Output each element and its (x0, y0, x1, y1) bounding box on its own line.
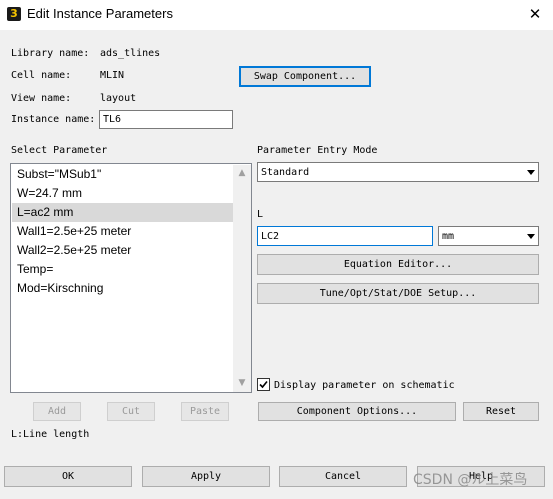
parameter-item-l[interactable]: L=ac2 mm (12, 203, 233, 222)
scroll-up-icon[interactable]: ▲ (233, 165, 251, 182)
parameter-item-wall1[interactable]: Wall1=2.5e+25 meter (12, 222, 233, 241)
cell-name-label: Cell name: (11, 70, 72, 81)
csdn-watermark: CSDN @ル上菜鸟 (413, 472, 528, 488)
parameter-item-w[interactable]: W=24.7 mm (12, 184, 233, 203)
view-name-label: View name: (11, 93, 72, 104)
paste-button[interactable]: Paste (181, 402, 229, 421)
parameter-item-mod[interactable]: Mod=Kirschning (12, 279, 233, 298)
scroll-down-icon[interactable]: ▼ (233, 375, 251, 392)
library-name-label: Library name: (11, 48, 90, 59)
entry-mode-value: Standard (261, 166, 310, 178)
window-title: Edit Instance Parameters (27, 6, 173, 21)
app-icon: 3 (7, 7, 21, 21)
parameter-list-scrollbar[interactable]: ▲ ▼ (233, 165, 251, 392)
entry-mode-label: Parameter Entry Mode (257, 145, 378, 156)
cancel-button[interactable]: Cancel (279, 466, 407, 487)
swap-component-button[interactable]: Swap Component... (239, 66, 371, 87)
apply-button[interactable]: Apply (142, 466, 270, 487)
parameter-list[interactable]: Subst="MSub1" W=24.7 mm L=ac2 mm Wall1=2… (10, 163, 252, 393)
title-bar: 3 Edit Instance Parameters ✕ (0, 0, 553, 30)
view-name-value: layout (100, 93, 137, 104)
parameter-description: L:Line length (11, 429, 90, 440)
select-parameter-label: Select Parameter (11, 145, 108, 156)
unit-select[interactable]: mm (438, 226, 539, 246)
close-icon[interactable]: ✕ (520, 1, 550, 27)
checkmark-icon (259, 380, 268, 389)
display-parameter-label: Display parameter on schematic (274, 380, 455, 391)
instance-name-field[interactable] (99, 110, 233, 129)
chevron-down-icon (527, 170, 535, 175)
component-options-button[interactable]: Component Options... (258, 402, 456, 421)
tune-opt-setup-button[interactable]: Tune/Opt/Stat/DOE Setup... (257, 283, 539, 304)
cut-button[interactable]: Cut (107, 402, 155, 421)
ok-button[interactable]: OK (4, 466, 132, 487)
instance-name-label: Instance name: (11, 114, 96, 125)
cell-name-value: MLIN (100, 70, 125, 81)
parameter-item-wall2[interactable]: Wall2=2.5e+25 meter (12, 241, 233, 260)
parameter-value-field[interactable] (257, 226, 433, 246)
unit-value: mm (442, 230, 455, 242)
entry-mode-select[interactable]: Standard (257, 162, 539, 182)
parameter-item-subst[interactable]: Subst="MSub1" (12, 165, 233, 184)
add-button[interactable]: Add (33, 402, 81, 421)
parameter-item-temp[interactable]: Temp= (12, 260, 233, 279)
parameter-name-label: L (257, 209, 264, 220)
reset-button[interactable]: Reset (463, 402, 539, 421)
library-name-value: ads_tlines (100, 48, 161, 59)
equation-editor-button[interactable]: Equation Editor... (257, 254, 539, 275)
chevron-down-icon (527, 234, 535, 239)
display-parameter-checkbox[interactable] (257, 378, 270, 391)
